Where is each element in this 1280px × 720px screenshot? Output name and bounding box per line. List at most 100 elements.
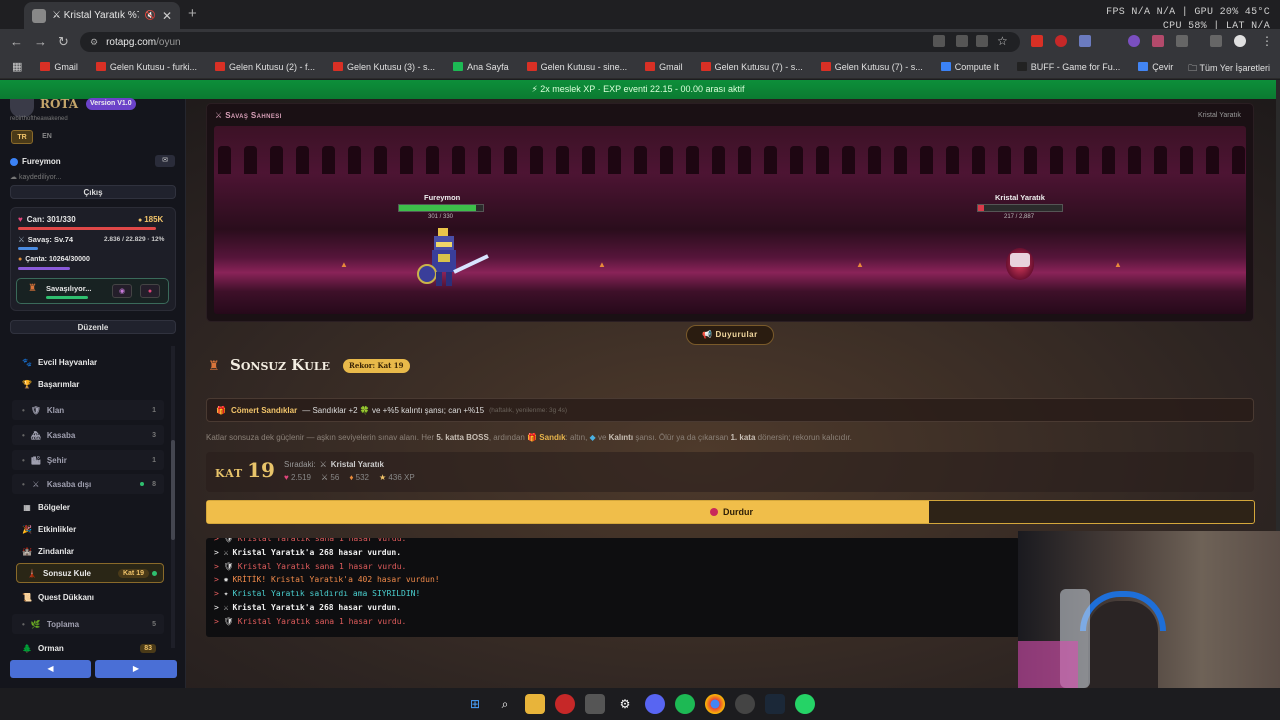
bookmark-item[interactable]: Gelen Kutusu (3) - s... bbox=[329, 62, 439, 72]
sidebar-item[interactable]: 📜 Quest Dükkanı bbox=[12, 587, 164, 607]
app-grey-icon[interactable] bbox=[735, 694, 755, 714]
bookmark-item[interactable]: Gelen Kutusu (7) - s... bbox=[697, 62, 807, 72]
sidebar-scroll-thumb[interactable] bbox=[171, 440, 175, 540]
extension-purple-icon[interactable] bbox=[1128, 35, 1140, 47]
tab-title: ⚔ Kristal Yaratık %7 | ROTA bbox=[52, 10, 139, 21]
sidebar-item[interactable]: 🗼 Sonsuz Kule Kat 19 bbox=[16, 563, 164, 583]
pink-light bbox=[1018, 641, 1078, 688]
all-bookmarks-label: Tüm Yer İşaretleri bbox=[1199, 63, 1270, 73]
bookmark-favicon-icon bbox=[453, 62, 464, 71]
saving-status: ☁ kaydediliyor... bbox=[10, 173, 61, 181]
player-hp-bar bbox=[398, 204, 484, 212]
arena-pillar bbox=[842, 146, 855, 174]
chrome-icon[interactable] bbox=[705, 694, 725, 714]
tower-progress-fill bbox=[207, 501, 929, 523]
sidebar-item[interactable]: • 🏘 Kasaba 3 bbox=[12, 425, 164, 445]
bookmark-item[interactable]: Gelen Kutusu (7) - s... bbox=[817, 62, 927, 72]
extension-youtube-icon[interactable] bbox=[1031, 35, 1043, 47]
sidebar-item[interactable]: 🏰 Zindanlar bbox=[12, 541, 164, 561]
install-icon[interactable] bbox=[956, 35, 968, 47]
edit-button[interactable]: Düzenle bbox=[10, 320, 176, 334]
discord-icon[interactable] bbox=[645, 694, 665, 714]
extension-blue-icon[interactable] bbox=[1079, 35, 1091, 47]
arena-pillar bbox=[374, 146, 387, 174]
close-tab-icon[interactable]: ✕ bbox=[162, 9, 172, 23]
arena-pillar bbox=[764, 146, 777, 174]
app-red-icon[interactable] bbox=[555, 694, 575, 714]
sidebar-item[interactable]: 🌲 Orman 83 bbox=[12, 638, 164, 658]
heart-icon: ♥ bbox=[284, 473, 289, 482]
desc-text: şansı. Ölür ya da çıkarsan bbox=[635, 433, 729, 442]
reading-list-icon[interactable] bbox=[1210, 35, 1222, 47]
extension-pink-icon[interactable] bbox=[1152, 35, 1164, 47]
bookmark-item[interactable]: BUFF - Game for Fu... bbox=[1013, 62, 1125, 72]
arena-pillar bbox=[530, 146, 543, 174]
steam-icon[interactable] bbox=[765, 694, 785, 714]
lang-en-button[interactable]: EN bbox=[36, 130, 58, 144]
announcements-button[interactable]: 📢 Duyurular bbox=[686, 325, 774, 345]
stop-battle-button[interactable]: ● bbox=[140, 284, 160, 298]
search-icon[interactable]: ⌕ bbox=[495, 694, 515, 714]
reload-icon[interactable]: ↻ bbox=[58, 34, 69, 50]
sidebar-item-icon: 🛡 bbox=[30, 405, 41, 415]
sidebar-item[interactable]: 🎉 Etkinlikler bbox=[12, 519, 164, 539]
bookmark-item[interactable]: Gmail bbox=[641, 62, 687, 72]
sidebar-left-button[interactable]: ◀ bbox=[10, 660, 91, 678]
bookmark-item[interactable]: Gelen Kutusu - furki... bbox=[92, 62, 201, 72]
profile-avatar-icon[interactable] bbox=[1234, 35, 1246, 47]
whatsapp-icon[interactable] bbox=[795, 694, 815, 714]
sidebar-right-button[interactable]: ▶ bbox=[95, 660, 177, 678]
arena-pillar bbox=[426, 146, 439, 174]
browser-tab[interactable]: ⚔ Kristal Yaratık %7 | ROTA 🔇 ✕ bbox=[24, 2, 180, 29]
bookmark-item[interactable]: Gelen Kutusu - sine... bbox=[523, 62, 632, 72]
log-text: Kristal Yaratık saldırdı ama SIYRILDIN! bbox=[232, 589, 421, 599]
back-icon[interactable]: ← bbox=[10, 34, 23, 49]
site-info-icon[interactable]: ⚙ bbox=[90, 37, 98, 48]
bookmark-label: Gelen Kutusu - furki... bbox=[109, 61, 197, 72]
extensions-icon[interactable] bbox=[1176, 35, 1188, 47]
bookmark-item[interactable]: Gmail bbox=[36, 62, 82, 72]
bookmark-label: Gmail bbox=[659, 61, 683, 72]
forward-icon[interactable]: → bbox=[34, 34, 47, 49]
bullet-icon: • bbox=[22, 619, 25, 629]
logout-button[interactable]: Çıkış bbox=[10, 185, 176, 199]
spotify-icon[interactable] bbox=[675, 694, 695, 714]
stop-button-label[interactable]: Durdur bbox=[710, 507, 753, 517]
bookmark-item[interactable]: Ana Sayfa bbox=[449, 62, 513, 72]
start-icon[interactable]: ⊞ bbox=[465, 694, 485, 714]
bookmark-item[interactable]: Gelen Kutusu (2) - f... bbox=[211, 62, 319, 72]
potion-button[interactable]: ◉ bbox=[112, 284, 132, 298]
key-icon[interactable] bbox=[976, 35, 988, 47]
stop-label: Durdur bbox=[723, 507, 753, 517]
sidebar-item[interactable]: • 🏙 Şehir 1 bbox=[12, 450, 164, 470]
sidebar-item[interactable]: • ⚔ Kasaba dışı 8 bbox=[12, 474, 164, 494]
extension-red-icon[interactable] bbox=[1055, 35, 1067, 47]
player-hp-fill bbox=[399, 205, 476, 211]
arena-pillar bbox=[1128, 146, 1141, 174]
new-tab-icon[interactable]: + bbox=[188, 5, 197, 22]
log-prompt: > bbox=[214, 589, 224, 599]
eye-off-icon[interactable] bbox=[933, 35, 945, 47]
file-explorer-icon[interactable] bbox=[525, 694, 545, 714]
sidebar-item[interactable]: 🐾 Evcil Hayvanlar bbox=[12, 352, 164, 372]
next-xp: 436 XP bbox=[388, 473, 415, 482]
sidebar-item[interactable]: 🏆 Başarımlar bbox=[12, 374, 164, 394]
bookmark-item[interactable]: Çevir bbox=[1134, 62, 1177, 72]
apps-grid-icon[interactable]: ▦ bbox=[8, 60, 26, 73]
url-bar[interactable]: ⚙ rotapg.com/oyun bbox=[80, 32, 1020, 52]
menu-dots-icon[interactable]: ⋮ bbox=[1261, 34, 1273, 48]
star-icon[interactable]: ☆ bbox=[997, 34, 1008, 48]
star-icon: ★ bbox=[379, 473, 387, 482]
settings-icon[interactable]: ⚙ bbox=[615, 694, 635, 714]
sidebar-item[interactable]: ▦ Bölgeler bbox=[12, 497, 164, 517]
store-icon[interactable] bbox=[585, 694, 605, 714]
mail-icon[interactable]: ✉ bbox=[155, 155, 175, 167]
sidebar-item[interactable]: • 🌿 Toplama 5 bbox=[12, 614, 164, 634]
gold-amount-text: 185K bbox=[144, 215, 164, 224]
bookmark-item[interactable]: Compute It bbox=[937, 62, 1003, 72]
lang-tr-button[interactable]: TR bbox=[11, 130, 33, 144]
mute-icon[interactable]: 🔇 bbox=[145, 10, 156, 21]
sidebar-item[interactable]: • 🛡 Klan 1 bbox=[12, 400, 164, 420]
sidebar-item-count: 1 bbox=[152, 456, 156, 464]
all-bookmarks[interactable]: 🗀 Tüm Yer İşaretleri bbox=[1188, 61, 1270, 77]
